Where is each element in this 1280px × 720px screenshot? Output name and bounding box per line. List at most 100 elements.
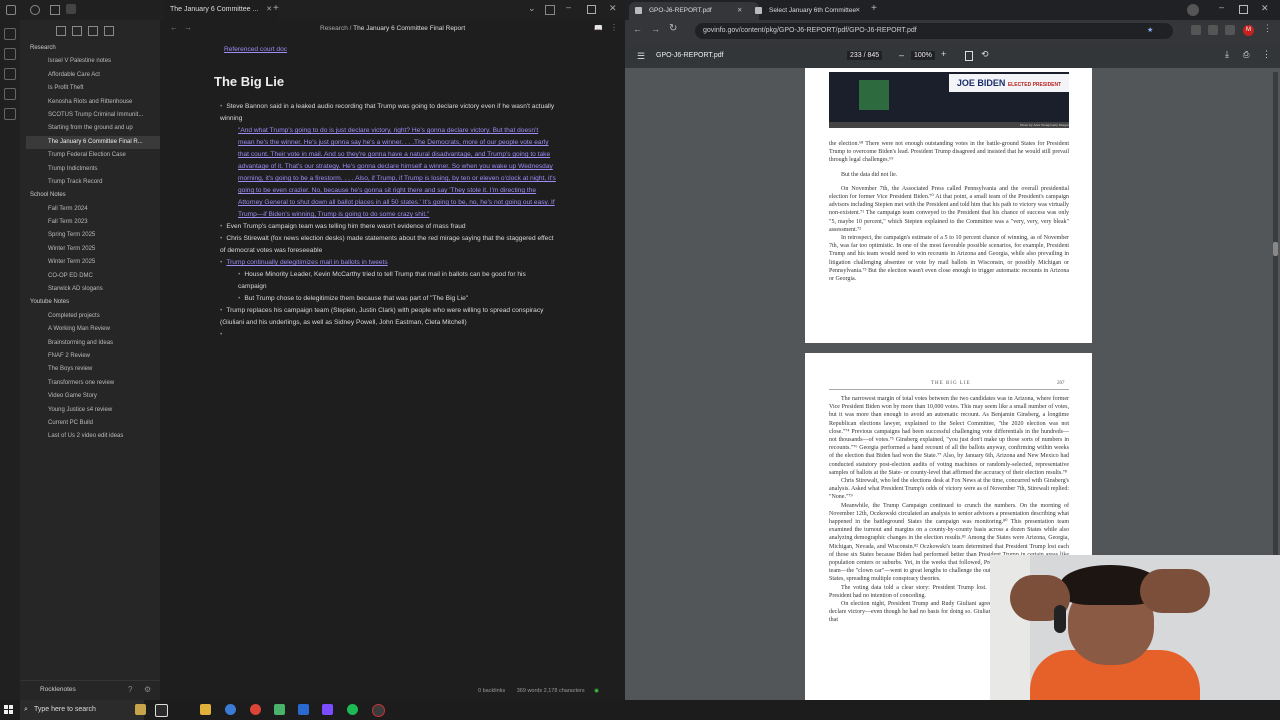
obsidian-icon[interactable] (322, 704, 333, 715)
breadcrumb-current[interactable]: The January 6 Committee Final Report (353, 25, 465, 32)
sidebar-folder[interactable]: School Notes (26, 189, 160, 202)
collapse-icon[interactable] (104, 26, 114, 36)
bookmark-icon[interactable] (50, 5, 60, 15)
sidebar-file[interactable]: Trump Track Record (26, 176, 160, 189)
scrollbar-thumb[interactable] (1273, 242, 1278, 256)
tab-j6-report[interactable]: The January 6 Committee ... ✕ (164, 0, 279, 20)
close-icon[interactable]: ✕ (266, 6, 272, 13)
spotify-icon[interactable] (347, 704, 358, 715)
breadcrumb-parent[interactable]: Research (320, 25, 348, 32)
sidebar-file[interactable]: Current PC Build (26, 417, 160, 430)
terminal-icon[interactable] (4, 108, 16, 120)
sidebar-file[interactable]: Last of Us 2 video edit ideas (26, 430, 160, 443)
sidebar-file[interactable]: Trump Federal Election Case (26, 149, 160, 162)
sidebar-file[interactable]: Starwick AD slogans (26, 283, 160, 296)
account-avatar[interactable]: M (1243, 25, 1254, 36)
sidebar-file[interactable]: The January 6 Committee Final R... (26, 135, 160, 150)
maximize-icon[interactable] (587, 5, 596, 14)
task-view-icon[interactable] (155, 704, 168, 717)
edge-icon[interactable] (225, 704, 236, 715)
app-icon[interactable] (274, 704, 285, 715)
window-close-icon[interactable]: ✕ (609, 3, 617, 14)
tweets-link[interactable]: Trump continually delegitimizes mail in … (226, 259, 387, 266)
page-indicator[interactable]: 233 / 845 (847, 51, 883, 60)
new-tab-icon[interactable]: + (871, 3, 877, 14)
minimize-icon[interactable]: – (1219, 2, 1224, 12)
sidebar-file[interactable]: Brainstorming and Ideas (26, 337, 160, 350)
window-close-icon[interactable]: ✕ (1261, 3, 1269, 14)
close-icon[interactable]: ✕ (737, 2, 742, 20)
help-icon[interactable]: ? (128, 685, 132, 694)
new-note-icon[interactable] (56, 26, 66, 36)
search-icon[interactable] (30, 5, 40, 15)
zoom-level[interactable]: 100% (911, 51, 935, 60)
sidebar-folder[interactable]: Research (26, 42, 160, 55)
sidebar-file[interactable]: FNAF 2 Review (26, 350, 160, 363)
sidebar-file[interactable]: CO-OP ED DMC (26, 270, 160, 283)
sidebar-file[interactable]: Winter Term 2025 (26, 243, 160, 256)
print-icon[interactable]: ⎙ (1243, 50, 1249, 60)
referenced-court-doc-link[interactable]: Referenced court doc (224, 46, 287, 53)
sidebar-file[interactable]: The Boys review (26, 363, 160, 376)
windows-start-icon[interactable] (4, 705, 14, 715)
fit-page-icon[interactable] (965, 51, 973, 61)
sidebar-file[interactable]: Fall Term 2023 (26, 216, 160, 229)
quote-link[interactable]: "And what Trump's going to do is just de… (238, 127, 556, 218)
minimize-icon[interactable]: – (566, 2, 571, 12)
layout-icon[interactable] (545, 5, 555, 15)
sidebar-file[interactable]: Video Game Story (26, 390, 160, 403)
folder-icon[interactable] (66, 4, 76, 14)
sidebar-file[interactable]: A Working Man Review (26, 323, 160, 336)
download-icon[interactable]: ⤓ (1225, 49, 1229, 60)
chrome-icon[interactable] (250, 704, 261, 715)
recording-app-icon[interactable] (372, 704, 385, 717)
sidebar-file[interactable]: SCOTUS Trump Criminal Immunit... (26, 109, 160, 122)
sidebar-file[interactable]: Young Justice s4 review (26, 404, 160, 417)
forward-icon[interactable]: → (651, 24, 660, 34)
back-icon[interactable]: ← (633, 24, 642, 34)
sidebar-file[interactable]: Is Profit Theft (26, 82, 160, 95)
new-folder-icon[interactable] (72, 26, 82, 36)
sidebar-file[interactable]: Trump Indictments (26, 163, 160, 176)
extension-icon[interactable] (1208, 25, 1218, 35)
zoom-out-icon[interactable]: – (899, 50, 904, 60)
profile-icon[interactable] (1187, 4, 1199, 16)
sync-status-icon[interactable]: ◉ (594, 688, 599, 694)
sidebar-file[interactable]: Israel V Palestine notes (26, 55, 160, 68)
forward-icon[interactable]: → (184, 23, 192, 32)
close-icon[interactable]: ✕ (855, 2, 860, 20)
settings-icon[interactable]: ⚙ (144, 685, 151, 694)
taskbar-search[interactable]: ⌕ Type here to search (20, 700, 144, 720)
sidebar-file[interactable]: Spring Term 2025 (26, 229, 160, 242)
sidebar-file[interactable]: Starting from the ground and up (26, 122, 160, 135)
file-explorer-icon[interactable] (200, 704, 211, 715)
calendar-icon[interactable] (4, 68, 16, 80)
graph-icon[interactable] (4, 28, 16, 40)
template-icon[interactable] (4, 88, 16, 100)
more-options-icon[interactable]: ⋮ (1262, 49, 1271, 60)
back-icon[interactable]: ← (170, 23, 178, 32)
sidebar-file[interactable]: Winter Term 2025 (26, 256, 160, 269)
sidebar-file[interactable]: Fall Term 2024 (26, 203, 160, 216)
sidebar-file[interactable]: Transformers one review (26, 377, 160, 390)
new-tab-icon[interactable]: + (273, 3, 279, 14)
url-bar[interactable]: govinfo.gov/content/pkg/GPO-J6-REPORT/pd… (695, 23, 1173, 39)
rotate-icon[interactable]: ⟲ (981, 49, 989, 60)
bookmark-star-icon[interactable]: ★ (1147, 23, 1153, 39)
extension-icon[interactable] (1191, 25, 1201, 35)
more-options-icon[interactable]: ⋮ (1263, 23, 1272, 34)
reading-view-icon[interactable]: 📖 (594, 24, 603, 32)
tab-gpo-pdf[interactable]: GPO-J6-REPORT.pdf ✕ (629, 2, 759, 20)
reload-icon[interactable]: ↻ (669, 23, 677, 34)
vault-switcher[interactable]: Rocklenotes ? ⚙ (20, 680, 160, 701)
maximize-icon[interactable] (1239, 5, 1248, 14)
sidebar-file[interactable]: Affordable Care Act (26, 69, 160, 82)
sidebar-toggle-icon[interactable] (6, 5, 16, 15)
tab-select-committee[interactable]: Select January 6th Committee ✕ (749, 2, 879, 20)
zoom-in-icon[interactable]: + (941, 49, 946, 59)
menu-icon[interactable]: ☰ (637, 51, 645, 62)
canvas-icon[interactable] (4, 48, 16, 60)
sort-icon[interactable] (88, 26, 98, 36)
empty-bullet-cursor[interactable] (220, 329, 556, 341)
chevron-down-icon[interactable]: ⌄ (528, 3, 536, 14)
